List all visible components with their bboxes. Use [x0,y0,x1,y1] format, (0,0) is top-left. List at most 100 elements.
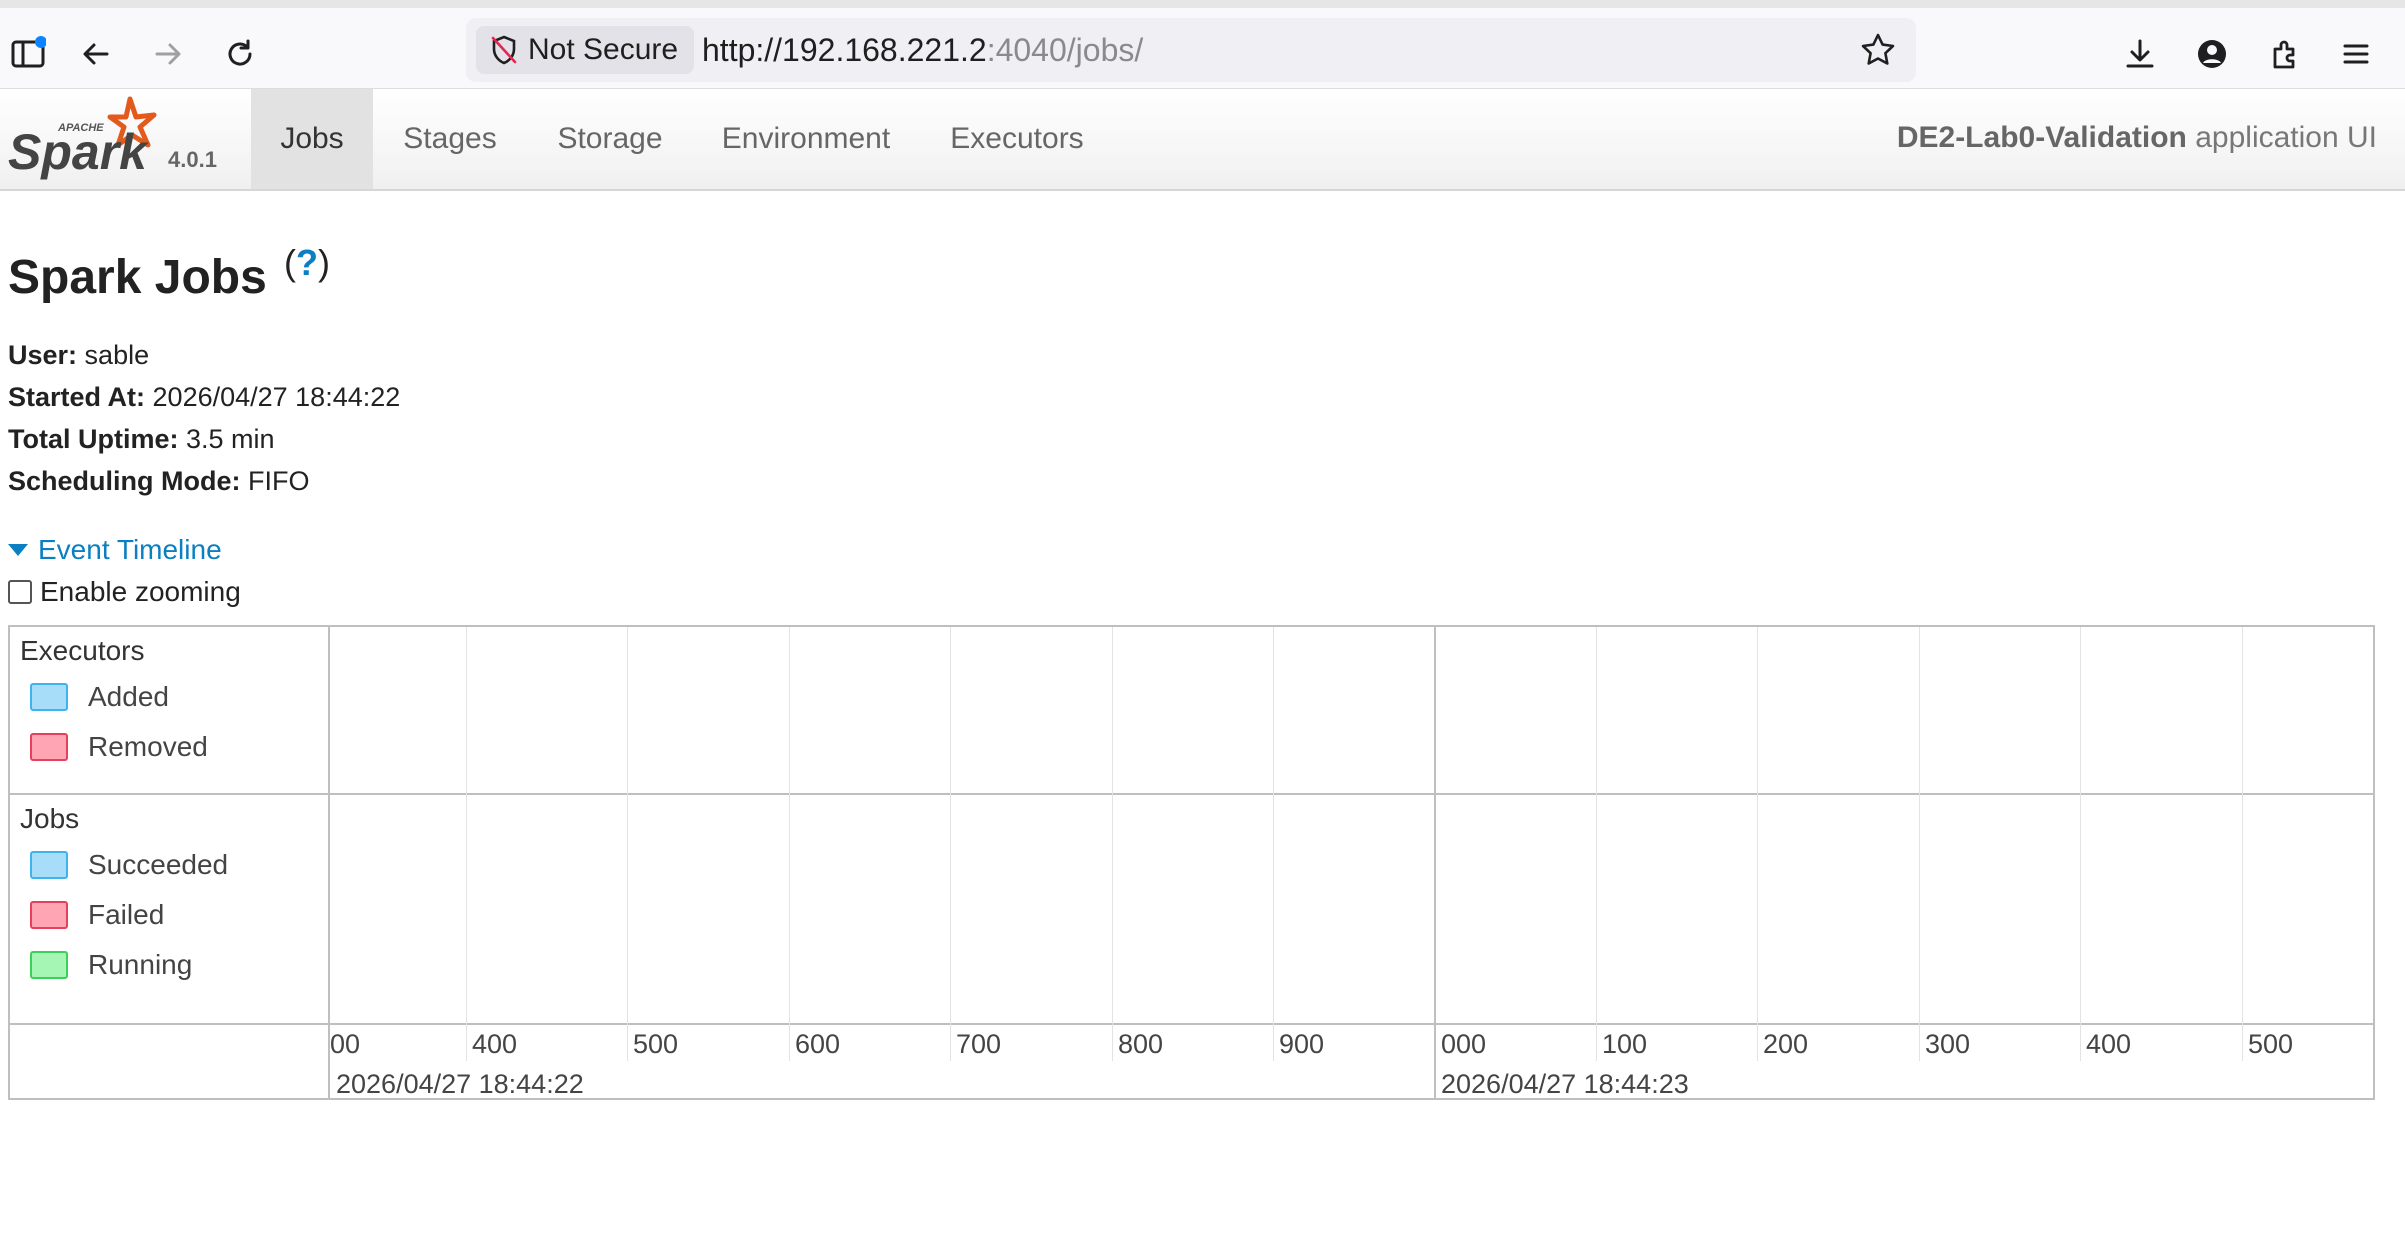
tab-stages[interactable]: Stages [382,89,518,189]
axis-tick-label: 400 [472,1029,518,1059]
legend-swatch [30,951,68,979]
legend-label: Succeeded [88,849,229,880]
sidebar-toggle-icon[interactable] [2,28,54,80]
extensions-icon[interactable] [2258,28,2310,80]
bookmark-star-icon[interactable] [1858,30,1898,70]
url-host: http://192.168.221.2 [702,32,987,68]
enable-zooming-row: Enable zooming [8,576,241,608]
jobs-group-name: Jobs [20,803,80,834]
event-timeline-toggle[interactable]: Event Timeline [8,534,222,566]
tab-jobs-label: Jobs [280,122,344,155]
spark-logo[interactable]: APACHE Spark [6,93,166,183]
grid-line [950,627,951,1025]
legend-label: Failed [88,899,165,930]
enable-zooming-checkbox[interactable] [8,580,32,604]
tick-separator [627,1025,628,1061]
grid-line [466,627,467,1025]
tick-separator [2242,1025,2243,1061]
axis-divider [10,1023,2373,1025]
reload-icon[interactable] [214,28,266,80]
spark-version: 4.0.1 [168,147,217,172]
legend-swatch [30,851,68,879]
grid-line [1273,627,1274,1025]
axis-tick-label: 700 [956,1029,1002,1059]
event-timeline-label: Event Timeline [38,534,222,565]
axis-tick-label: 300 [1925,1029,1971,1059]
scheduling-value: FIFO [248,466,310,496]
legend-job-running: Running [30,949,192,981]
caret-down-icon [8,544,28,556]
uptime-info: Total Uptime: 3.5 min [8,424,275,455]
back-icon[interactable] [70,28,122,80]
legend-job-failed: Failed [30,899,164,931]
tick-separator [466,1025,467,1061]
help-link[interactable]: (?) [284,242,330,284]
window-top-strip [0,0,2405,8]
account-icon[interactable] [2186,28,2238,80]
legend-executor-removed: Removed [30,731,208,763]
tab-storage[interactable]: Storage [538,89,682,189]
grid-line [1757,627,1758,1025]
tab-stages-label: Stages [403,122,497,155]
legend-job-succeeded: Succeeded [30,849,228,881]
url-bar[interactable]: Not Secure http://192.168.221.2:4040/job… [466,18,1916,82]
tick-separator [1919,1025,1920,1061]
grid-line [1919,627,1920,1025]
legend-executor-added: Added [30,681,169,713]
scheduling-info: Scheduling Mode: FIFO [8,466,310,497]
tick-separator [950,1025,951,1061]
grid-line [789,627,790,1025]
help-icon: ? [296,242,318,283]
major-grid-line [1434,627,1436,1098]
legend-label: Added [88,681,169,712]
forward-icon[interactable] [142,28,194,80]
tab-jobs[interactable]: Jobs [251,89,373,189]
uptime-label: Total Uptime: [8,424,179,454]
axis-tick-label: 600 [795,1029,841,1059]
tick-separator [1112,1025,1113,1061]
axis-tick-label: 500 [2248,1029,2294,1059]
not-secure-badge[interactable]: Not Secure [476,26,695,74]
executors-group-name: Executors [20,635,145,666]
menu-icon[interactable] [2330,28,2382,80]
event-timeline[interactable]: Executors Added Removed Jobs Succeeded F… [8,625,2375,1100]
url-text[interactable]: http://192.168.221.2:4040/jobs/ [702,32,1143,69]
group-divider [10,793,2373,795]
spark-navbar: APACHE Spark 4.0.1 Jobs Stages Storage E… [0,89,2405,191]
legend-swatch [30,901,68,929]
axis-tick-label: 900 [1279,1029,1325,1059]
url-path: :4040/jobs/ [986,32,1144,68]
grid-line [2242,627,2243,1025]
tab-storage-label: Storage [557,122,663,155]
axis-major-label: 2026/04/27 18:44:23 [1441,1069,1689,1099]
legend-swatch [30,733,68,761]
axis-tick-label: 100 [1602,1029,1648,1059]
uptime-value: 3.5 min [186,424,275,454]
tab-environment-label: Environment [721,122,891,155]
grid-line [1112,627,1113,1025]
downloads-icon[interactable] [2114,28,2166,80]
tab-executors[interactable]: Executors [934,89,1100,189]
axis-tick-label: 00 [330,1029,361,1059]
started-value: 2026/04/27 18:44:22 [152,382,401,412]
scheduling-label: Scheduling Mode: [8,466,241,496]
executors-group-label: Executors Added Removed [10,627,330,795]
app-suffix: application UI [2186,121,2377,154]
axis-major-label: 2026/04/27 18:44:22 [336,1069,584,1099]
grid-line [627,627,628,1025]
axis-tick-label: 000 [1441,1029,1487,1059]
enable-zooming-label: Enable zooming [40,576,241,607]
tick-separator [1273,1025,1274,1061]
tab-environment[interactable]: Environment [706,89,906,189]
axis-label-cell [10,1025,330,1098]
app-name: DE2-Lab0-Validation [1896,121,2187,154]
app-title: DE2-Lab0-Validation application UI [1897,121,2377,155]
not-secure-label: Not Secure [528,33,679,66]
axis-tick-label: 200 [1763,1029,1809,1059]
browser-toolbar: Not Secure http://192.168.221.2:4040/job… [0,8,2405,89]
axis-tick-label: 800 [1118,1029,1164,1059]
user-label: User: [8,340,78,370]
started-info: Started At: 2026/04/27 18:44:22 [8,382,400,413]
legend-label: Running [88,949,193,980]
shield-slash-icon [491,35,517,65]
